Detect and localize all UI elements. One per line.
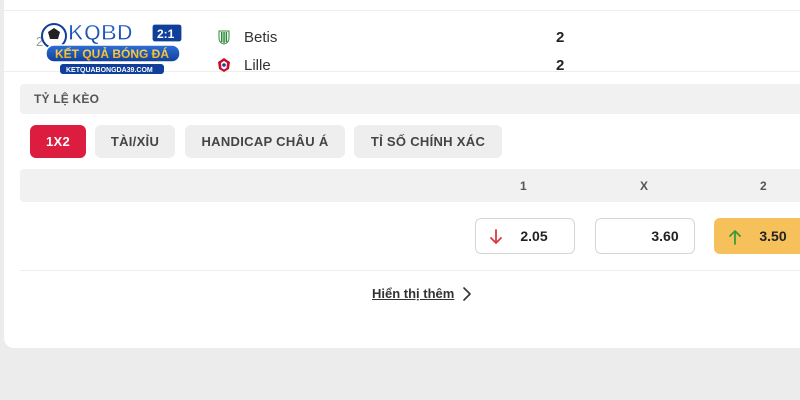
tab-ti-so-chinh-xac[interactable]: TỈ SỐ CHÍNH XÁC — [354, 125, 502, 158]
logo-url: KETQUABONGDA39.COM — [66, 67, 153, 74]
logo-brand: KQBD — [68, 20, 133, 45]
column-home-win: 1 — [520, 179, 527, 193]
betis-crest-icon — [218, 30, 230, 45]
odds-section-header: TỶ LỆ KÈO — [20, 84, 800, 114]
odds-section-title: TỶ LỆ KÈO — [34, 92, 100, 106]
chevron-right-icon — [463, 286, 472, 301]
arrow-up-icon — [729, 230, 741, 245]
match-card: 2 Betis Lille 2 2 KQBD 2:1 KẾT QUẢ BÓNG … — [4, 0, 800, 348]
arrow-down-icon — [490, 229, 502, 244]
column-away-win: 2 — [760, 179, 767, 193]
odd-draw-value: 3.60 — [651, 228, 679, 244]
kqbd-logo: KQBD 2:1 KẾT QUẢ BÓNG ĐÁ KETQUABONGDA39.… — [41, 19, 183, 74]
odd-home-win[interactable]: 2.05 — [475, 218, 575, 254]
logo-scoreboard: 2:1 — [157, 27, 175, 41]
show-more-label: Hiển thị thêm — [372, 286, 455, 301]
home-team: Betis — [216, 27, 277, 47]
odd-home-win-value: 2.05 — [520, 228, 548, 244]
divider — [20, 270, 800, 271]
logo-tagline: KẾT QUẢ BÓNG ĐÁ — [55, 46, 169, 61]
odd-away-win-value: 3.50 — [759, 228, 787, 244]
tab-handicap-chau-a[interactable]: HANDICAP CHÂU Á — [185, 125, 345, 158]
home-team-name: Betis — [244, 28, 278, 46]
odds-column-header: 1 X 2 — [20, 169, 800, 202]
odd-away-win[interactable]: 3.50 — [714, 218, 800, 254]
away-team-name: Lille — [244, 56, 271, 74]
tab-1x2[interactable]: 1X2 — [30, 125, 86, 158]
lille-crest-icon — [218, 58, 230, 72]
show-more-link[interactable]: Hiển thị thêm — [372, 286, 472, 301]
odd-draw[interactable]: 3.60 — [595, 218, 695, 254]
column-draw: X — [640, 179, 649, 193]
away-score: 2 — [556, 57, 565, 74]
away-team: Lille — [216, 55, 271, 75]
home-score: 2 — [556, 29, 565, 46]
tab-tai-xiu[interactable]: TÀI/XỈU — [95, 125, 175, 158]
